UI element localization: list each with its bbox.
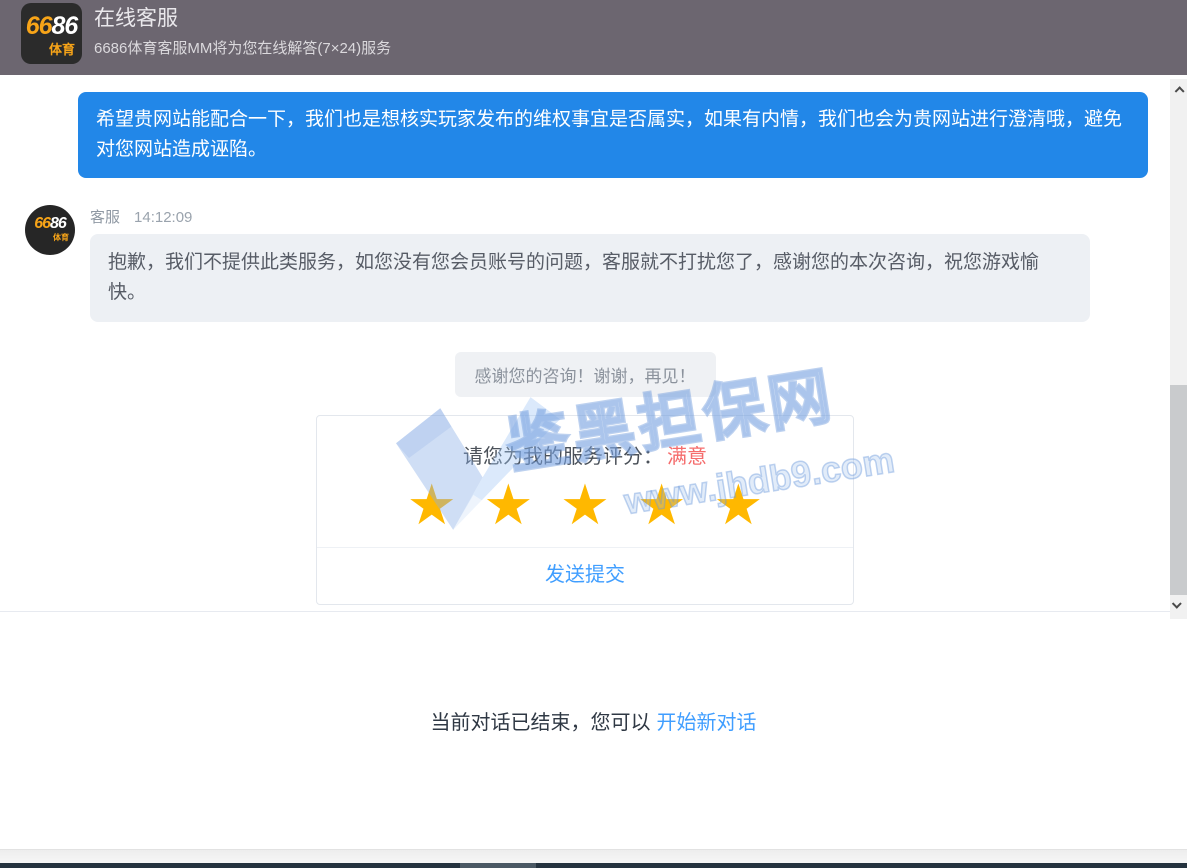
star-icon[interactable]: ★	[407, 475, 457, 535]
brand-logo-number: 6686	[21, 12, 82, 41]
agent-name: 客服	[90, 209, 120, 226]
submit-rating-button[interactable]: 发送提交	[317, 547, 853, 604]
bottom-horizontal-scrollbar[interactable]	[0, 863, 1187, 868]
rating-prompt-row: 请您为我的服务评分：满意	[317, 440, 853, 469]
rating-prompt-text: 请您为我的服务评分：	[463, 446, 663, 468]
rating-card: 请您为我的服务评分：满意 ★ ★ ★ ★ ★ 发送提交	[316, 415, 854, 605]
conversation-ended-row: 当前对话已结束，您可以开始新对话	[0, 706, 1187, 735]
section-divider	[0, 611, 1187, 612]
logo-6686-white: 86	[52, 12, 78, 40]
avatar-logo-number: 6686	[25, 215, 75, 233]
conversation-ended-text: 当前对话已结束，您可以	[431, 712, 651, 734]
avatar-6686-white: 86	[50, 215, 66, 232]
logo-tiyu-label: 体育	[49, 39, 75, 58]
visitor-message-bubble: 希望贵网站能配合一下，我们也是想核实玩家发布的维权事宜是否属实，如果有内情，我们…	[78, 92, 1148, 178]
avatar-6686-orange: 66	[34, 215, 50, 232]
horizontal-scrollbar-thumb[interactable]	[460, 863, 536, 868]
vertical-scrollbar[interactable]	[1170, 79, 1187, 619]
page-title: 在线客服	[94, 2, 178, 32]
chat-message-area: 希望贵网站能配合一下，我们也是想核实玩家发布的维权事宜是否属实，如果有内情，我们…	[0, 75, 1170, 612]
agent-avatar: 6686 体育	[25, 205, 75, 255]
logo-6686-orange: 66	[26, 12, 52, 40]
message-timestamp: 14:12:09	[134, 209, 192, 226]
scrollbar-thumb[interactable]	[1170, 385, 1187, 595]
system-message-bubble: 感谢您的咨询！谢谢，再见！	[455, 352, 716, 397]
star-icon[interactable]: ★	[483, 475, 533, 535]
star-rating-control: ★ ★ ★ ★ ★	[317, 475, 853, 535]
star-icon[interactable]: ★	[560, 475, 610, 535]
scroll-up-arrow-icon[interactable]	[1174, 87, 1182, 95]
rating-selected-label: 满意	[667, 446, 707, 468]
star-icon[interactable]: ★	[637, 475, 687, 535]
scroll-down-arrow-icon[interactable]	[1174, 601, 1182, 609]
agent-message-bubble: 抱歉，我们不提供此类服务，如您没有您会员账号的问题，客服就不打扰您了，感谢您的本…	[90, 234, 1090, 322]
agent-meta-row: 客服 14:12:09	[90, 206, 192, 227]
page-subtitle: 6686体育客服MM将为您在线解答(7×24)服务	[94, 37, 391, 58]
avatar-tiyu-label: 体育	[53, 232, 69, 243]
chat-header: 6686 体育 在线客服 6686体育客服MM将为您在线解答(7×24)服务	[0, 0, 1187, 75]
start-new-chat-link[interactable]: 开始新对话	[657, 712, 757, 734]
bottom-input-strip	[0, 849, 1187, 863]
brand-logo: 6686 体育	[21, 3, 82, 64]
star-icon[interactable]: ★	[713, 475, 763, 535]
system-message-row: 感谢您的咨询！谢谢，再见！	[0, 352, 1170, 397]
